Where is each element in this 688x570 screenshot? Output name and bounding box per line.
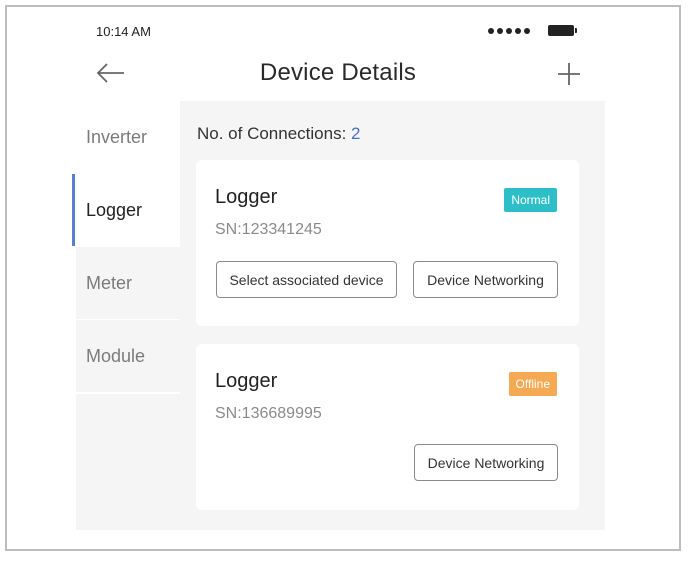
device-networking-button[interactable]: Device Networking xyxy=(414,444,558,481)
status-badge: Offline xyxy=(508,372,557,396)
device-name: Logger xyxy=(215,186,278,208)
connections-label: No. of Connections: xyxy=(197,124,347,143)
status-badge: Normal xyxy=(504,188,557,212)
sidebar-item-logger[interactable]: Logger xyxy=(72,174,180,246)
device-networking-button[interactable]: Device Networking xyxy=(413,261,558,298)
signal-icon xyxy=(488,28,530,34)
device-name: Logger xyxy=(215,370,278,392)
device-card: Logger SN:136689995 Offline Device Netwo… xyxy=(196,344,579,510)
sidebar-item-label: Meter xyxy=(86,272,133,293)
add-button[interactable] xyxy=(555,60,583,88)
plus-icon xyxy=(558,63,580,85)
device-card: Logger SN:123341245 Normal Select associ… xyxy=(196,160,579,326)
sidebar-item-module[interactable]: Module xyxy=(76,320,180,392)
select-associated-device-button[interactable]: Select associated device xyxy=(216,261,397,298)
connections-summary: No. of Connections: 2 xyxy=(197,124,361,144)
battery-icon xyxy=(548,25,577,36)
connections-count: 2 xyxy=(351,124,361,143)
device-serial: SN:123341245 xyxy=(215,221,322,238)
sidebar-item-label: Inverter xyxy=(86,126,148,147)
sidebar-item-meter[interactable]: Meter xyxy=(76,247,180,319)
status-time: 10:14 AM xyxy=(96,24,151,39)
sidebar-item-inverter[interactable]: Inverter xyxy=(76,101,180,173)
device-serial: SN:136689995 xyxy=(215,405,322,422)
sidebar-item-label: Module xyxy=(86,345,146,366)
sidebar-item-label: Logger xyxy=(86,199,143,220)
